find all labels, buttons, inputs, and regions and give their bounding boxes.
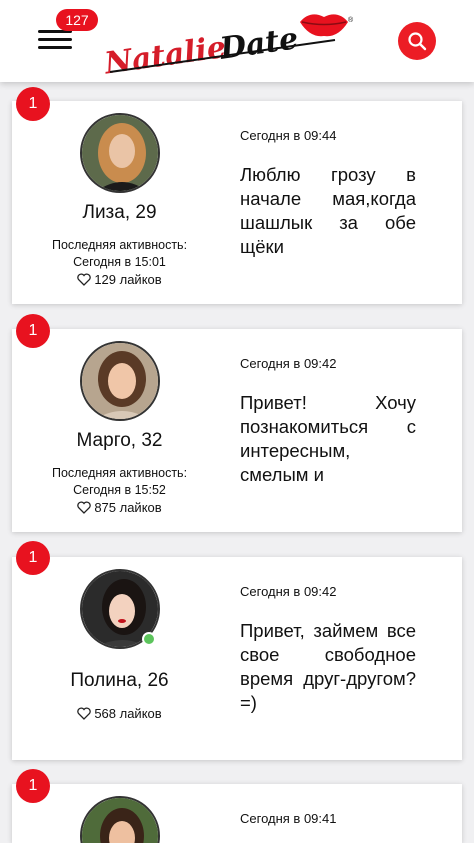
chat-card[interactable]: Марго, 32 Последняя активность: Сегодня …: [12, 329, 462, 532]
user-name: Полина, 26: [70, 670, 169, 691]
message-time: Сегодня в 09:41: [240, 811, 337, 826]
unread-badge: 1: [16, 314, 50, 348]
search-button[interactable]: [398, 22, 436, 60]
user-name: Лиза, 29: [82, 202, 157, 223]
heart-icon: [77, 707, 92, 720]
likes-text: 568 лайков: [94, 706, 162, 721]
avatar[interactable]: [80, 796, 160, 843]
user-name: Марго, 32: [76, 430, 163, 451]
heart-icon: [77, 501, 92, 514]
unread-badge: 1: [16, 87, 50, 121]
last-activity-label: Последняя активность:: [51, 238, 188, 252]
message-time: Сегодня в 09:42: [240, 584, 337, 599]
avatar[interactable]: [80, 113, 160, 193]
message-preview: Привет, займем все свое свободное время …: [240, 620, 416, 713]
heart-icon: [77, 273, 92, 286]
search-icon: [408, 32, 427, 51]
chat-card[interactable]: Лиза, 29 Последняя активность: Сегодня в…: [12, 101, 462, 304]
notification-badge[interactable]: 127: [56, 9, 98, 31]
message-time: Сегодня в 09:44: [240, 128, 337, 143]
likes-text: 129 лайков: [94, 272, 162, 287]
last-activity-time: Сегодня в 15:52: [73, 483, 166, 497]
lips-icon: [300, 14, 348, 37]
logo-text-part-2: Date: [217, 21, 301, 67]
likes-count: 129 лайков: [12, 272, 227, 287]
likes-count: 568 лайков: [12, 706, 227, 721]
online-indicator: [142, 632, 156, 646]
likes-count: 875 лайков: [12, 500, 227, 515]
app-header: 127 Natalie Date ®: [0, 0, 474, 82]
menu-button[interactable]: [38, 28, 74, 52]
message-time: Сегодня в 09:42: [240, 356, 337, 371]
hamburger-line: [38, 38, 72, 41]
message-preview: Люблю грозу в начале мая,когда шашлык за…: [240, 164, 416, 257]
message-preview: Привет! Хочу познакомиться с интересным,…: [240, 392, 416, 485]
unread-badge: 1: [16, 541, 50, 575]
likes-text: 875 лайков: [94, 500, 162, 515]
logo[interactable]: Natalie Date ®: [100, 4, 360, 78]
chat-card[interactable]: Сегодня в 09:41: [12, 784, 462, 843]
chat-card[interactable]: Полина, 26 568 лайков Сегодня в 09:42 Пр…: [12, 557, 462, 760]
unread-badge: 1: [16, 769, 50, 803]
hamburger-line: [38, 46, 72, 49]
svg-text:®: ®: [348, 16, 354, 24]
last-activity-time: Сегодня в 15:01: [73, 255, 166, 269]
avatar[interactable]: [80, 341, 160, 421]
last-activity-label: Последняя активность:: [51, 466, 188, 480]
